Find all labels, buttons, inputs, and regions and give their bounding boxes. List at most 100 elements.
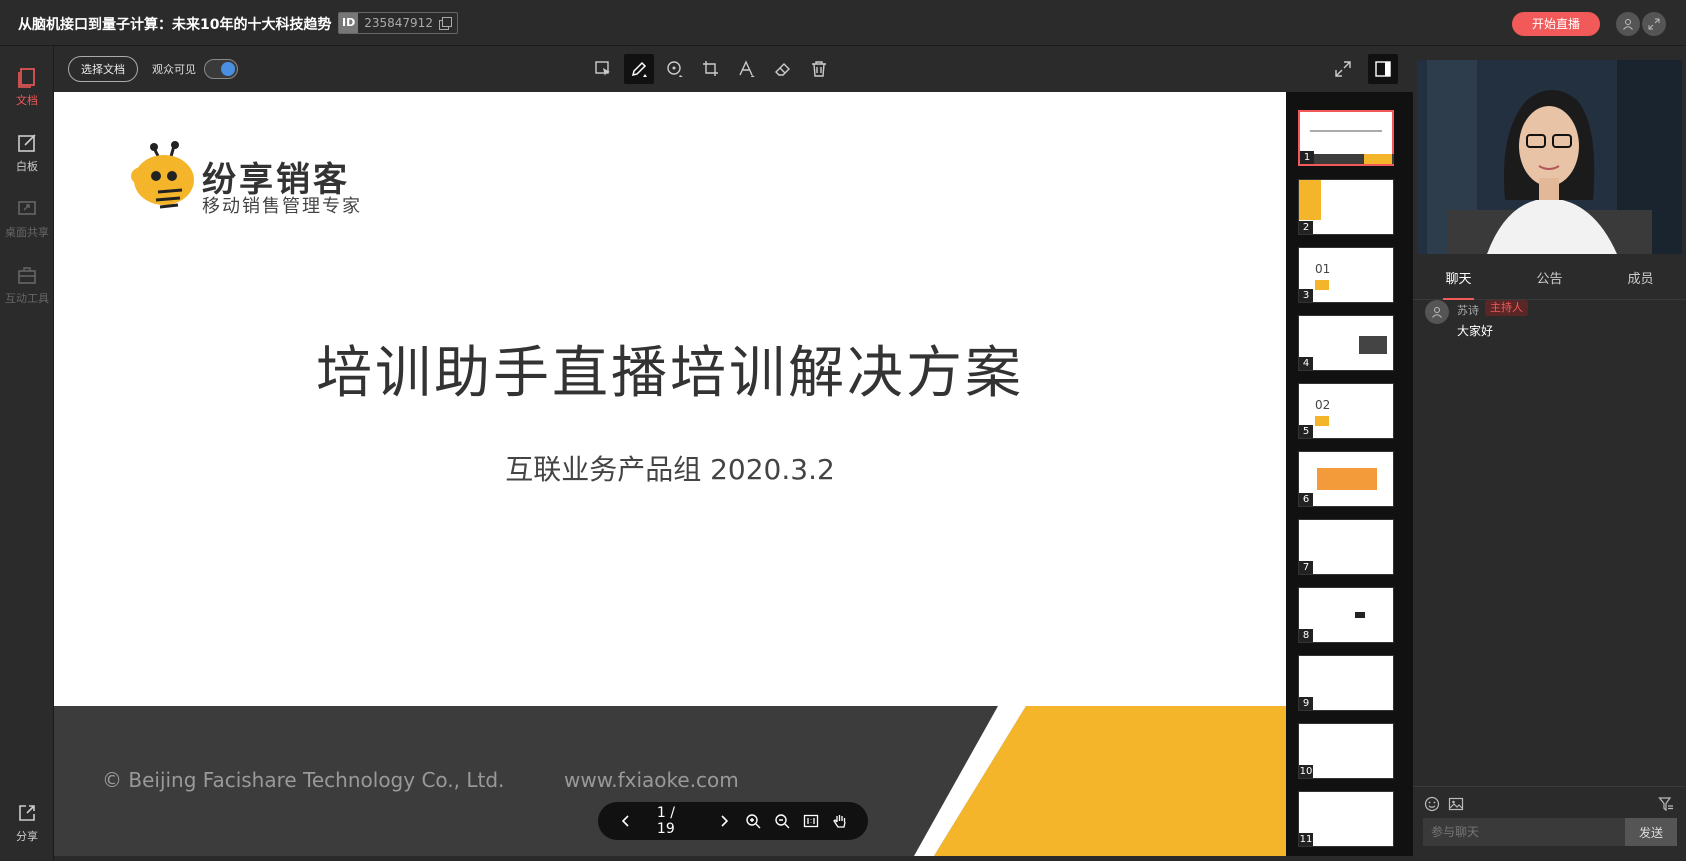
- crop-icon: [703, 61, 718, 76]
- toggle-thumbnails-tool[interactable]: [1368, 54, 1398, 84]
- chevron-right-icon: [721, 815, 728, 827]
- zoom-in-icon: [746, 814, 761, 829]
- toolbox-icon: [18, 267, 36, 284]
- side-panel-icon: [1375, 61, 1391, 77]
- screen-share-icon: [18, 201, 36, 215]
- doc-toolbar: 选择文档 观众可见: [54, 46, 1413, 92]
- crop-tool[interactable]: [696, 54, 726, 84]
- slide-thumbnail[interactable]: 01 3: [1298, 247, 1394, 303]
- select-tool[interactable]: [588, 54, 618, 84]
- thumbnail-number: 4: [1299, 357, 1313, 370]
- nav-interactive-tools[interactable]: 互动工具: [0, 254, 54, 310]
- nav-screen-share-label: 桌面共享: [5, 226, 49, 239]
- image-button[interactable]: [1447, 795, 1465, 813]
- hand-icon: [832, 815, 846, 828]
- send-button[interactable]: 发送: [1625, 818, 1677, 846]
- whiteboard-icon: [18, 134, 36, 152]
- share-icon: [19, 805, 35, 821]
- avatar: [1425, 300, 1449, 324]
- actual-size-button[interactable]: [796, 805, 825, 837]
- room-id: 235847912: [364, 16, 433, 30]
- pen-icon: [631, 61, 647, 77]
- copy-icon[interactable]: [438, 17, 452, 30]
- nav-document-label: 文档: [16, 94, 38, 107]
- shape-circle-icon: [667, 61, 683, 77]
- audience-visible-label: 观众可见: [152, 63, 196, 76]
- thumbnail-number: 6: [1299, 493, 1313, 506]
- zoom-out-icon: [774, 814, 790, 829]
- slide-website: www.fxiaoke.com: [564, 768, 739, 792]
- slide-thumbnail[interactable]: 7: [1298, 519, 1394, 575]
- image-icon: [1448, 797, 1464, 811]
- select-icon: [595, 61, 610, 76]
- thumbnail-number: 8: [1299, 629, 1313, 642]
- filter-button[interactable]: [1657, 795, 1675, 813]
- chat-input[interactable]: [1423, 818, 1625, 846]
- room-title: 从脑机接口到量子计算：未来10年的十大科技趋势: [18, 17, 332, 33]
- right-panel: 聊天 公告 成员 苏诗 主持人 大家好 发送: [1413, 46, 1686, 861]
- message-text: 大家好: [1457, 324, 1494, 338]
- zoom-out-button[interactable]: [767, 805, 796, 837]
- thumbnail-section-number: 01: [1315, 262, 1331, 276]
- message-sender: 苏诗: [1457, 304, 1479, 317]
- emoji-button[interactable]: [1423, 795, 1441, 813]
- thumbnail-number: 9: [1299, 697, 1313, 710]
- document-icon: [18, 68, 35, 88]
- top-bar: 从脑机接口到量子计算：未来10年的十大科技趋势 ID 235847912 开始直…: [0, 0, 1686, 46]
- eraser-icon: [775, 63, 790, 76]
- emoji-icon: [1424, 796, 1440, 812]
- slide-pager: 1 / 19: [598, 802, 868, 840]
- select-document-button[interactable]: 选择文档: [68, 56, 138, 82]
- slide-copyright: © Beijing Facishare Technology Co., Ltd.: [102, 768, 505, 792]
- slide-thumbnail[interactable]: 9: [1298, 655, 1394, 711]
- zoom-in-button[interactable]: [738, 805, 767, 837]
- slide-thumbnails: 1 2 01 3 4 02 5 6 7 8 9 10 11: [1286, 92, 1413, 856]
- text-tool[interactable]: [732, 54, 762, 84]
- presentation-slide: 纷享销客 移动销售管理专家 培训助手直播培训解决方案 互联业务产品组 2020.…: [54, 92, 1286, 856]
- nav-document[interactable]: 文档: [0, 56, 54, 112]
- slide-thumbnail[interactable]: 1: [1298, 110, 1394, 166]
- slide-thumbnail[interactable]: 10: [1298, 723, 1394, 779]
- prev-page-button[interactable]: [612, 805, 641, 837]
- toggle-knob: [221, 62, 235, 76]
- slide-thumbnail[interactable]: 11: [1298, 791, 1394, 847]
- fullscreen-icon[interactable]: [1642, 12, 1666, 36]
- left-nav: 文档 白板 桌面共享 互动工具 分享: [0, 46, 54, 861]
- expand-tool[interactable]: [1328, 54, 1358, 84]
- user-icon: [1432, 307, 1442, 318]
- next-page-button[interactable]: [709, 805, 738, 837]
- chat-tabs: 聊天 公告 成员: [1413, 260, 1686, 300]
- expand-icon: [1335, 61, 1351, 77]
- pan-button[interactable]: [825, 805, 854, 837]
- tab-chat[interactable]: 聊天: [1413, 260, 1504, 300]
- nav-screen-share[interactable]: 桌面共享: [0, 188, 54, 244]
- eraser-tool[interactable]: [768, 54, 798, 84]
- slide-thumbnail[interactable]: 02 5: [1298, 383, 1394, 439]
- nav-share[interactable]: 分享: [0, 792, 54, 848]
- chat-tools: [1413, 786, 1686, 814]
- thumbnail-number: 3: [1299, 289, 1313, 302]
- slide-subtitle: 互联业务产品组 2020.3.2: [505, 453, 835, 486]
- slide-thumbnail[interactable]: 8: [1298, 587, 1394, 643]
- slide-thumbnail[interactable]: 4: [1298, 315, 1394, 371]
- brand-tagline: 移动销售管理专家: [202, 196, 362, 217]
- tab-members[interactable]: 成员: [1595, 260, 1686, 300]
- nav-whiteboard[interactable]: 白板: [0, 122, 54, 178]
- delete-tool[interactable]: [804, 54, 834, 84]
- user-avatar-icon[interactable]: [1616, 12, 1640, 36]
- slide-thumbnail[interactable]: 2: [1298, 179, 1394, 235]
- start-live-button[interactable]: 开始直播: [1512, 12, 1600, 36]
- nav-whiteboard-label: 白板: [16, 160, 38, 173]
- slide-thumbnail[interactable]: 6: [1298, 451, 1394, 507]
- pen-tool[interactable]: [624, 54, 654, 84]
- thumbnail-section-number: 02: [1315, 398, 1331, 412]
- nav-share-label: 分享: [16, 830, 38, 843]
- audience-visible-toggle[interactable]: [204, 59, 238, 79]
- tab-announcement[interactable]: 公告: [1504, 260, 1595, 300]
- host-video: [1417, 60, 1682, 254]
- thumbnail-number: 1: [1300, 151, 1314, 164]
- slide-title: 培训助手直播培训解决方案: [316, 341, 1024, 406]
- id-tag: ID: [339, 13, 359, 33]
- shape-tool[interactable]: [660, 54, 690, 84]
- nav-interactive-tools-label: 互动工具: [5, 292, 49, 305]
